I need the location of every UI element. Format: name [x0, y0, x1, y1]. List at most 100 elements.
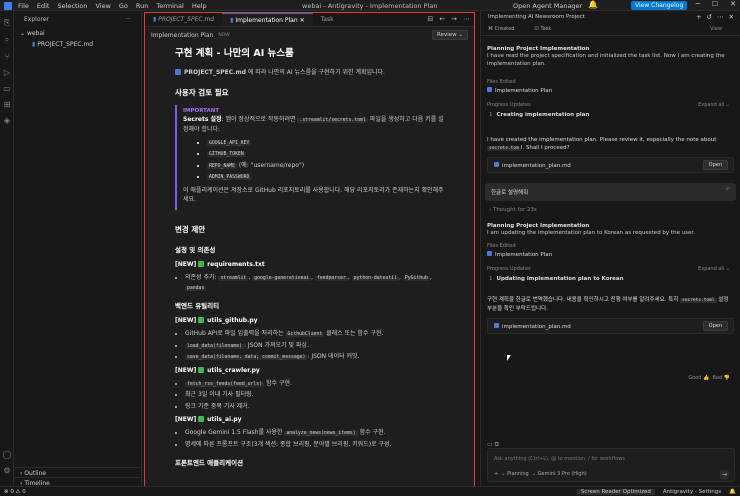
progress-step: 1 Creating implementation plan [489, 111, 590, 118]
notification-icon[interactable]: 🔔 [729, 489, 736, 495]
plan-title: Implementation Plan [151, 31, 214, 39]
doc-intro: PROJECT_SPEC.md 에 따라 나만의 AI 뉴스룸을 구현하기 위한… [175, 68, 455, 77]
screen-reader-status[interactable]: Screen Reader Optimized [576, 488, 655, 495]
feedback-row: Good 👍 Bad 👎 [688, 375, 730, 381]
activity-bar: ⎘ ⌕ ⑂ ▷ ▭ ⊞ ◈ ◯ ⚙ [0, 11, 14, 486]
search-icon[interactable]: ⌕ [0, 35, 14, 45]
secrets-bold: Secrets 설정 [183, 116, 222, 124]
progress-header: Progress Updates Expand all ⌄ [487, 266, 730, 273]
menu-file[interactable]: File [18, 2, 29, 10]
thought-toggle[interactable]: › Thought for 23s [489, 207, 732, 213]
expand-all-button[interactable]: Expand all ⌄ [698, 102, 730, 108]
file-project-spec[interactable]: ▮ PROJECT_SPEC.md [14, 39, 141, 50]
explorer-icon[interactable]: ⎘ [0, 18, 14, 28]
chat-input[interactable]: Ask anything (Ctrl+L), @ to mention, / f… [487, 448, 735, 482]
close-icon[interactable]: ✕ [729, 13, 734, 21]
more-icon[interactable]: ··· [125, 16, 131, 23]
list-item: Google Gemini 1.5 Flash를 사용한 analyze_new… [185, 428, 455, 437]
menu-selection[interactable]: Selection [57, 2, 87, 10]
problems-indicator[interactable]: ⊗ 0 ⚠ 0 [4, 489, 26, 495]
good-button[interactable]: Good 👍 [688, 375, 709, 381]
agent-icon[interactable]: ◈ [0, 116, 14, 125]
text-file-icon [198, 260, 205, 267]
back-icon[interactable]: ← [439, 15, 445, 23]
menu-view[interactable]: View [95, 2, 110, 10]
close-icon[interactable]: ✕ [730, 0, 736, 8]
file-ref-plan[interactable]: Implementation Plan [487, 86, 734, 94]
inline-code: .streamlit/secrets.toml [297, 118, 368, 124]
minimize-icon[interactable]: ─ [696, 0, 700, 8]
conversation-title: Implementing AI Newsroom Project [488, 14, 585, 20]
account-icon[interactable]: ◯ [0, 450, 14, 459]
frontend-heading: 프론트엔드 애플리케이션 [175, 458, 244, 467]
maximize-icon[interactable]: ☐ [712, 0, 718, 8]
backend-heading: 백엔드 유틸리티 [175, 301, 220, 310]
card-description: I have read the project specification an… [487, 53, 725, 68]
status-bar: ⊗ 0 ⚠ 0 Screen Reader Optimized Antigrav… [0, 486, 740, 496]
more-icon[interactable]: ⋯ [717, 13, 724, 21]
source-control-icon[interactable]: ⑂ [0, 52, 14, 61]
folder-webai[interactable]: ⌄ webai [14, 28, 141, 39]
file-link[interactable]: utils_ai.py [207, 416, 241, 423]
file-icon[interactable]: ▭ [487, 441, 493, 448]
card-description: I am updating the implementation plan to… [487, 229, 695, 236]
split-editor-icon[interactable]: ⊟ [427, 15, 433, 23]
requirements-entry: [NEW] requirements.txt [175, 260, 265, 268]
python-file-icon [198, 366, 205, 373]
gear-icon[interactable]: ⚙ [0, 466, 14, 475]
file-ref-plan[interactable]: Implementation Plan [487, 251, 734, 258]
add-icon[interactable]: + [696, 13, 701, 21]
open-agent-manager-button[interactable]: Open Agent Manager [513, 2, 582, 10]
settings-status[interactable]: Antigravity - Settings [663, 489, 721, 495]
tab-project-spec[interactable]: ▮ PROJECT_SPEC.md [145, 13, 222, 26]
app-logo-icon [4, 1, 12, 10]
task-tab[interactable]: ☑ Task [534, 26, 561, 32]
expand-all-button[interactable]: Expand all ⌄ [698, 266, 730, 272]
extensions-icon[interactable]: ⊞ [0, 100, 14, 109]
input-options: + ⌄ Planning ⌄ Gemini 3 Pro (High) [494, 471, 587, 477]
remote-icon[interactable]: ▭ [0, 84, 14, 93]
editor-tabs: ▮ PROJECT_SPEC.md ▮ Implementation Plan … [145, 13, 474, 27]
file-link[interactable]: utils_crawler.py [207, 367, 260, 374]
history-icon[interactable]: ↺ [707, 13, 712, 21]
file-label: PROJECT_SPEC.md [37, 41, 94, 48]
file-link[interactable]: utils_github.py [207, 317, 257, 324]
file-link[interactable]: requirements.txt [207, 261, 265, 268]
copy-icon[interactable]: ⧉ [495, 441, 499, 448]
model-selector[interactable]: ⌄ Gemini 3 Pro (High) [532, 471, 587, 477]
view-changelog-button[interactable]: View Changelog [631, 1, 688, 10]
menu-edit[interactable]: Edit [37, 2, 50, 10]
forward-icon[interactable]: → [451, 15, 457, 23]
file-card[interactable]: implementation_plan.md Open [487, 317, 734, 334]
created-tab[interactable]: ⌘ Created [488, 26, 524, 32]
progress-step: 1 Updating implementation plan to Korean [489, 276, 624, 283]
list-item: fetch_rss_feeds(feed_urls) 함수 구현. [185, 379, 455, 388]
important-alert: IMPORTANT Secrets 설정: 앱이 정상적으로 작동하려면 .st… [175, 104, 455, 211]
deps-list: 의존성 추가: streamlit, google-generativeai, … [185, 273, 455, 292]
send-icon[interactable]: → [720, 470, 729, 479]
view-button[interactable]: View [710, 26, 722, 32]
alert-label: IMPORTANT [183, 107, 220, 114]
menu-go[interactable]: Go [119, 2, 128, 10]
menu-run[interactable]: Run [136, 2, 148, 10]
step-card-2: Planning Project Implementation I am upd… [487, 223, 734, 237]
bell-icon[interactable]: 🔔 [588, 0, 598, 9]
file-card[interactable]: implementation_plan.md Open [487, 156, 734, 173]
tab-implementation-plan[interactable]: ▮ Implementation Plan ✕ [222, 13, 313, 26]
bad-button[interactable]: Bad 👎 [713, 375, 731, 381]
open-button[interactable]: Open [702, 159, 728, 170]
menu-help[interactable]: Help [192, 2, 207, 10]
tab-task[interactable]: Task [313, 13, 342, 26]
file-link[interactable]: PROJECT_SPEC.md [184, 69, 246, 76]
more-actions-icon[interactable]: ⋯ [463, 15, 470, 23]
review-button[interactable]: Review ⌄ [432, 30, 468, 40]
menu-terminal[interactable]: Terminal [156, 2, 183, 10]
ai-entry: [NEW] utils_ai.py [175, 415, 242, 423]
crawler-list: fetch_rss_feeds(feed_urls) 함수 구현. 최근 3일 … [185, 379, 455, 411]
run-debug-icon[interactable]: ▷ [0, 68, 14, 77]
open-button[interactable]: Open [702, 320, 728, 331]
add-context-icon[interactable]: + [494, 471, 498, 477]
plan-document: 구현 계획 - 나만의 AI 뉴스룸 PROJECT_SPEC.md 에 따라 … [175, 47, 455, 487]
undo-icon[interactable]: ↶ [725, 187, 730, 193]
mode-selector[interactable]: ⌄ Planning [501, 471, 528, 477]
